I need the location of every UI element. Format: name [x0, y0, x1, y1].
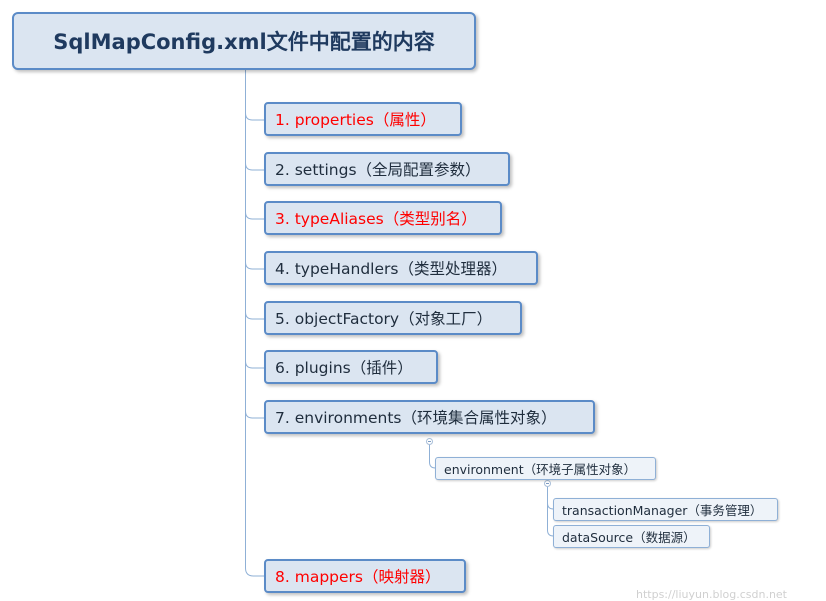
subtopic-environment[interactable]: environment（环境子属性对象） — [435, 457, 656, 480]
collapse-icon[interactable] — [426, 438, 433, 445]
topic-label: 1. properties（属性） — [275, 111, 436, 129]
topic-plugins[interactable]: 6. plugins（插件） — [264, 350, 438, 384]
subtopic-transaction-manager[interactable]: transactionManager（事务管理） — [553, 498, 778, 521]
subtopic-datasource[interactable]: dataSource（数据源） — [553, 525, 710, 548]
subtopic-label: dataSource（数据源） — [562, 530, 696, 545]
topic-settings[interactable]: 2. settings（全局配置参数） — [264, 152, 510, 186]
watermark: https://liuyun.blog.csdn.net — [636, 588, 787, 601]
topic-label: 2. settings（全局配置参数） — [275, 161, 481, 179]
topic-label: 5. objectFactory（对象工厂） — [275, 310, 493, 328]
topic-typehandlers[interactable]: 4. typeHandlers（类型处理器） — [264, 251, 538, 285]
topic-label: 7. environments（环境集合属性对象） — [275, 409, 557, 427]
topic-properties[interactable]: 1. properties（属性） — [264, 102, 462, 136]
root-topic[interactable]: SqlMapConfig.xml文件中配置的内容 — [12, 12, 476, 70]
collapse-icon[interactable] — [544, 480, 551, 487]
topic-label: 6. plugins（插件） — [275, 359, 413, 377]
topic-typealiases[interactable]: 3. typeAliases（类型别名） — [264, 201, 502, 235]
topic-environments[interactable]: 7. environments（环境集合属性对象） — [264, 400, 595, 434]
subtopic-label: transactionManager（事务管理） — [562, 503, 763, 518]
topic-objectfactory[interactable]: 5. objectFactory（对象工厂） — [264, 301, 522, 335]
root-title: SqlMapConfig.xml文件中配置的内容 — [53, 30, 435, 54]
topic-mappers[interactable]: 8. mappers（映射器） — [264, 559, 466, 593]
subtopic-label: environment（环境子属性对象） — [444, 462, 637, 477]
topic-label: 4. typeHandlers（类型处理器） — [275, 260, 507, 278]
topic-label: 8. mappers（映射器） — [275, 568, 441, 586]
topic-label: 3. typeAliases（类型别名） — [275, 210, 477, 228]
